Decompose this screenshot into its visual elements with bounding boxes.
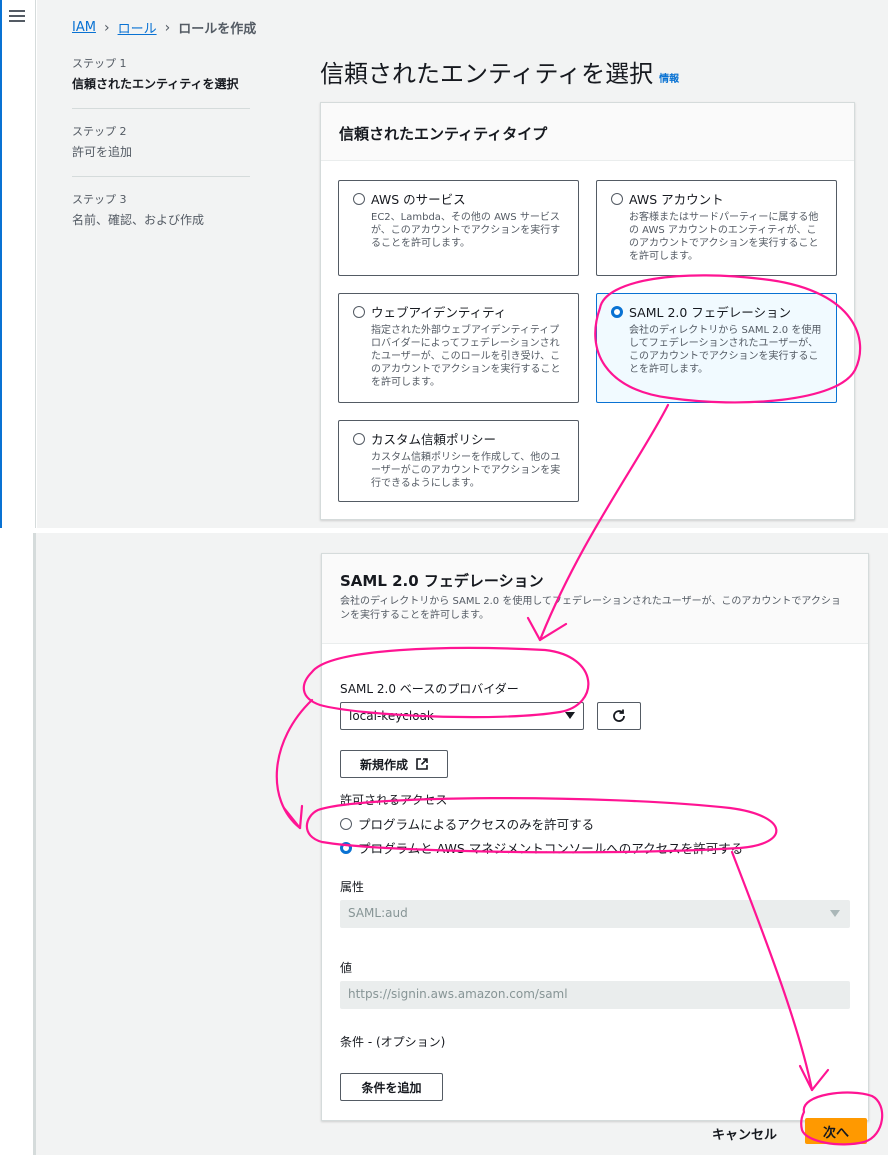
- tile-description: 指定された外部ウェブアイデンティティプロバイダーによってフェデレーションされたユ…: [371, 325, 561, 388]
- refresh-icon: [613, 709, 625, 722]
- provider-select[interactable]: local-keycloak: [340, 702, 584, 730]
- info-link[interactable]: 情報: [659, 70, 679, 85]
- radio-aws-service[interactable]: [353, 192, 365, 205]
- radio-programmatic[interactable]: [340, 817, 352, 830]
- trusted-entity-type-panel: 信頼されたエンティティタイプ AWS のサービス EC2、Lambda、その他の…: [320, 102, 855, 520]
- page-title: 信頼されたエンティティを選択 情報: [320, 54, 679, 89]
- attribute-value: SAML:aud: [348, 906, 408, 920]
- radio-saml-federation[interactable]: [611, 305, 623, 318]
- tile-custom-trust-policy[interactable]: カスタム信頼ポリシー カスタム信頼ポリシーを作成して、他のユーザーがこのアカウン…: [338, 420, 579, 502]
- breadcrumb-iam[interactable]: IAM: [72, 20, 96, 35]
- tile-title: カスタム信頼ポリシー: [371, 432, 497, 447]
- step-number: ステップ 2: [72, 125, 127, 138]
- provider-label: SAML 2.0 ベースのプロバイダー: [340, 682, 519, 696]
- tile-aws-account[interactable]: AWS アカウント お客様またはサードパーティーに属する他の AWS アカウント…: [596, 180, 837, 276]
- breadcrumb: IAM › ロール › ロールを作成: [72, 18, 257, 38]
- tile-title: ウェブアイデンティティ: [371, 305, 507, 320]
- refresh-button[interactable]: [597, 702, 641, 730]
- provider-select-value: local-keycloak: [349, 709, 434, 723]
- tile-description: 会社のディレクトリから SAML 2.0 を使用してフェデレーションされたユーザ…: [629, 325, 822, 375]
- tile-title: SAML 2.0 フェデレーション: [629, 305, 792, 320]
- value-label: 値: [340, 961, 353, 975]
- step-3: ステップ 3 名前、確認、および作成: [72, 191, 250, 244]
- option-label: プログラムと AWS マネジメントコンソールへのアクセスを許可する: [358, 841, 744, 856]
- bottom-screenshot: SAML 2.0 フェデレーション 会社のディレクトリから SAML 2.0 を…: [0, 533, 888, 1155]
- caret-down-icon: [565, 712, 575, 719]
- attribute-select: SAML:aud: [340, 900, 850, 928]
- add-condition-button[interactable]: 条件を追加: [340, 1073, 443, 1101]
- caret-down-icon: [830, 910, 840, 917]
- external-link-icon: [416, 758, 428, 770]
- panel-header: 信頼されたエンティティタイプ: [321, 103, 854, 161]
- attribute-label: 属性: [340, 880, 365, 894]
- next-button[interactable]: 次へ: [805, 1118, 867, 1144]
- tile-saml-federation[interactable]: SAML 2.0 フェデレーション 会社のディレクトリから SAML 2.0 を…: [596, 293, 837, 403]
- panel-description: 会社のディレクトリから SAML 2.0 を使用してフェデレーションされたユーザ…: [340, 596, 841, 621]
- radio-web-identity[interactable]: [353, 305, 365, 318]
- wizard-steps: ステップ 1 信頼されたエンティティを選択 ステップ 2 許可を追加 ステップ …: [72, 55, 250, 258]
- panel-header: SAML 2.0 フェデレーション 会社のディレクトリから SAML 2.0 を…: [322, 554, 868, 644]
- step-label: 許可を追加: [72, 145, 133, 159]
- value-text: https://signin.aws.amazon.com/saml: [348, 987, 568, 1001]
- chevron-right-icon: ›: [103, 19, 110, 36]
- new-provider-button[interactable]: 新規作成: [340, 750, 448, 778]
- option-label: プログラムによるアクセスのみを許可する: [358, 817, 595, 832]
- breadcrumb-current: ロールを作成: [178, 22, 257, 37]
- tile-title: AWS のサービス: [371, 192, 466, 207]
- access-label: 許可されるアクセス: [340, 793, 448, 807]
- top-screenshot: IAM › ロール › ロールを作成 ステップ 1 信頼されたエンティティを選択…: [0, 0, 888, 528]
- side-navigation-rail: [33, 533, 36, 1155]
- tile-description: EC2、Lambda、その他の AWS サービスが、このアカウントでアクションを…: [371, 212, 561, 249]
- step-label: 名前、確認、および作成: [72, 213, 205, 227]
- radio-aws-account[interactable]: [611, 192, 623, 205]
- add-condition-button-label: 条件を追加: [361, 1080, 422, 1095]
- access-option-programmatic[interactable]: プログラムによるアクセスのみを許可する: [340, 814, 594, 833]
- tile-description: カスタム信頼ポリシーを作成して、他のユーザーがこのアカウントでアクションを実行で…: [371, 452, 561, 489]
- tile-aws-service[interactable]: AWS のサービス EC2、Lambda、その他の AWS サービスが、このアカ…: [338, 180, 579, 276]
- step-1: ステップ 1 信頼されたエンティティを選択: [72, 55, 250, 109]
- tile-description: お客様またはサードパーティーに属する他の AWS アカウントのエンティティが、こ…: [629, 212, 819, 262]
- tile-title: AWS アカウント: [629, 192, 724, 207]
- tile-web-identity[interactable]: ウェブアイデンティティ 指定された外部ウェブアイデンティティプロバイダーによって…: [338, 293, 579, 403]
- side-navigation-rail: [0, 0, 36, 528]
- step-number: ステップ 1: [72, 57, 127, 70]
- step-2: ステップ 2 許可を追加: [72, 123, 250, 177]
- cancel-button[interactable]: キャンセル: [706, 1122, 783, 1145]
- access-option-programmatic-and-console[interactable]: プログラムと AWS マネジメントコンソールへのアクセスを許可する: [340, 838, 743, 857]
- chevron-right-icon: ›: [164, 19, 171, 36]
- condition-label: 条件 - (オプション): [340, 1035, 446, 1049]
- panel-title: SAML 2.0 フェデレーション: [340, 572, 544, 590]
- step-label: 信頼されたエンティティを選択: [72, 77, 239, 91]
- new-provider-button-label: 新規作成: [359, 757, 408, 772]
- step-number: ステップ 3: [72, 193, 127, 206]
- breadcrumb-roles[interactable]: ロール: [118, 18, 157, 37]
- radio-programmatic-and-console[interactable]: [340, 841, 352, 854]
- value-field: https://signin.aws.amazon.com/saml: [340, 981, 850, 1009]
- radio-custom-trust-policy[interactable]: [353, 432, 365, 445]
- menu-icon[interactable]: [9, 10, 25, 24]
- saml-federation-panel: SAML 2.0 フェデレーション 会社のディレクトリから SAML 2.0 を…: [321, 553, 869, 1121]
- page-title-text: 信頼されたエンティティを選択: [320, 60, 654, 88]
